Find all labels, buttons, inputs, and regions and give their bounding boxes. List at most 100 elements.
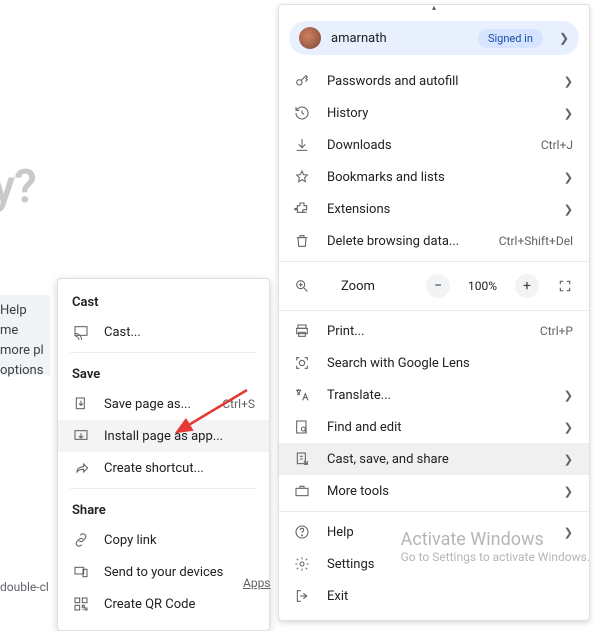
save-page-icon [72, 395, 90, 413]
menu-item-help[interactable]: Help ❯ [279, 516, 589, 548]
menu-item-settings[interactable]: Settings [279, 548, 589, 580]
fullscreen-button[interactable] [553, 274, 577, 298]
profile-name: amarnath [331, 31, 468, 46]
translate-icon [293, 386, 311, 404]
menu-separator [279, 511, 589, 512]
menu-label: Help [327, 525, 548, 540]
submenu-label: Create shortcut... [104, 461, 255, 476]
menu-label: Delete browsing data... [327, 234, 483, 249]
cast-save-share-submenu: Cast Cast... Save Save page as... Ctrl+S… [57, 278, 270, 631]
menu-shortcut: Ctrl+Shift+Del [499, 234, 573, 248]
menu-item-translate[interactable]: Translate... ❯ [279, 379, 589, 411]
submenu-label: Copy link [104, 533, 255, 548]
menu-item-more-tools[interactable]: More tools ❯ [279, 475, 589, 507]
profile-row[interactable]: amarnath Signed in ❯ [289, 21, 579, 55]
bg-chip: Help me more pl options [0, 295, 50, 375]
submenu-label: Save page as... [104, 397, 208, 412]
menu-item-bookmarks[interactable]: Bookmarks and lists ❯ [279, 161, 589, 193]
menu-item-extensions[interactable]: Extensions ❯ [279, 193, 589, 225]
menu-label: History [327, 106, 548, 121]
signed-in-badge: Signed in [478, 29, 543, 48]
qr-icon [72, 595, 90, 613]
menu-item-exit[interactable]: Exit [279, 580, 589, 612]
submenu-item-qr-code[interactable]: Create QR Code [58, 588, 269, 620]
submenu-item-send-devices[interactable]: Send to your devices [58, 556, 269, 588]
bg-chip-2: double-cl [0, 580, 57, 610]
chevron-right-icon: ❯ [564, 526, 573, 539]
shortcut-icon [72, 459, 90, 477]
menu-separator [279, 261, 589, 262]
submenu-shortcut: Ctrl+S [222, 397, 255, 411]
zoom-label: Zoom [341, 279, 412, 294]
menu-shortcut: Ctrl+J [541, 138, 573, 152]
menu-label: More tools [327, 484, 548, 499]
zoom-icon [293, 277, 311, 295]
download-icon [293, 136, 311, 154]
cast-icon [72, 323, 90, 341]
submenu-label: Install page as app... [104, 429, 255, 444]
send-devices-icon [72, 563, 90, 581]
chrome-main-menu: ▴ amarnath Signed in ❯ Passwords and aut… [278, 4, 590, 621]
submenu-item-create-shortcut[interactable]: Create shortcut... [58, 452, 269, 484]
menu-label: Find and edit [327, 420, 548, 435]
menu-item-history[interactable]: History ❯ [279, 97, 589, 129]
chevron-right-icon: ❯ [564, 485, 573, 498]
menu-label: Bookmarks and lists [327, 170, 548, 185]
cast-share-icon [293, 450, 311, 468]
settings-icon [293, 555, 311, 573]
menu-label: Search with Google Lens [327, 356, 573, 371]
submenu-label: Create QR Code [104, 597, 255, 612]
chevron-right-icon: ❯ [564, 453, 573, 466]
submenu-header-save: Save [58, 357, 269, 388]
avatar [299, 27, 321, 49]
submenu-header-cast: Cast [58, 285, 269, 316]
submenu-separator [70, 488, 257, 489]
menu-item-google-lens[interactable]: Search with Google Lens [279, 347, 589, 379]
zoom-value: 100% [464, 279, 501, 293]
chevron-right-icon: ❯ [559, 31, 569, 45]
menu-separator [279, 310, 589, 311]
submenu-label: Send to your devices [104, 565, 255, 580]
chevron-right-icon: ❯ [564, 389, 573, 402]
menu-item-print[interactable]: Print... Ctrl+P [279, 315, 589, 347]
find-icon [293, 418, 311, 436]
chevron-right-icon: ❯ [564, 203, 573, 216]
puzzle-icon [293, 200, 311, 218]
submenu-item-copy-link[interactable]: Copy link [58, 524, 269, 556]
menu-item-downloads[interactable]: Downloads Ctrl+J [279, 129, 589, 161]
menu-item-delete-data[interactable]: Delete browsing data... Ctrl+Shift+Del [279, 225, 589, 257]
menu-drag-handle: ▴ [279, 5, 589, 15]
menu-label: Settings [327, 557, 573, 572]
zoom-in-button[interactable]: + [515, 274, 539, 298]
star-icon [293, 168, 311, 186]
submenu-separator [70, 352, 257, 353]
chevron-right-icon: ❯ [564, 421, 573, 434]
menu-label: Cast, save, and share [327, 452, 548, 467]
menu-shortcut: Ctrl+P [540, 324, 573, 338]
menu-item-cast-save-share[interactable]: Cast, save, and share ❯ [279, 443, 589, 475]
page-heading-fragment: u today? [0, 160, 36, 214]
menu-label: Extensions [327, 202, 548, 217]
menu-label: Exit [327, 589, 573, 604]
menu-label: Print... [327, 324, 524, 339]
trash-icon [293, 232, 311, 250]
chevron-right-icon: ❯ [564, 75, 573, 88]
menu-item-passwords[interactable]: Passwords and autofill ❯ [279, 65, 589, 97]
history-icon [293, 104, 311, 122]
copy-link-icon [72, 531, 90, 549]
apps-link[interactable]: Apps [243, 576, 271, 590]
submenu-item-install-app[interactable]: Install page as app... [58, 420, 269, 452]
menu-label: Translate... [327, 388, 548, 403]
submenu-item-cast[interactable]: Cast... [58, 316, 269, 348]
menu-label: Passwords and autofill [327, 74, 548, 89]
submenu-item-save-page[interactable]: Save page as... Ctrl+S [58, 388, 269, 420]
print-icon [293, 322, 311, 340]
chevron-right-icon: ❯ [564, 107, 573, 120]
submenu-label: Cast... [104, 325, 255, 340]
zoom-out-button[interactable]: − [426, 274, 450, 298]
menu-item-find-edit[interactable]: Find and edit ❯ [279, 411, 589, 443]
key-icon [293, 72, 311, 90]
lens-icon [293, 354, 311, 372]
submenu-header-share: Share [58, 493, 269, 524]
menu-label: Downloads [327, 138, 525, 153]
